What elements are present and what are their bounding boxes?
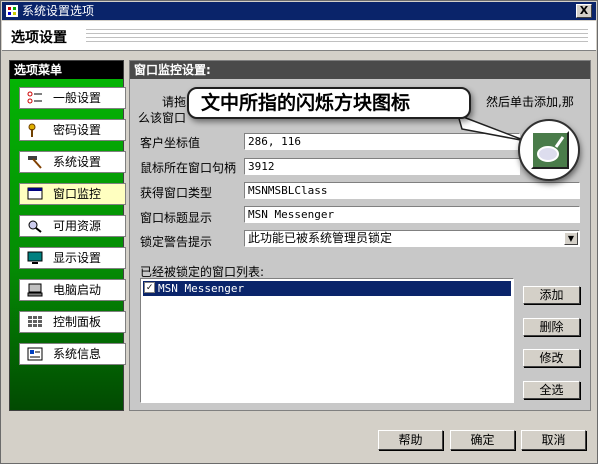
settings-window: 系统设置选项 X 选项设置 选项菜单 一般设置 密码设置 系统设置 窗口监控 可… — [0, 0, 598, 464]
app-icon — [6, 5, 18, 17]
info-icon — [27, 347, 43, 361]
menu-item-label: 控制面板 — [53, 315, 102, 329]
title-bar[interactable]: 系统设置选项 X — [2, 2, 596, 20]
menu-title: 选项菜单 — [10, 61, 123, 79]
page-title: 选项设置 — [11, 30, 67, 46]
close-button[interactable]: X — [576, 4, 592, 18]
menu-item-general[interactable]: 一般设置 — [19, 87, 126, 109]
annotation-callout: 文中所指的闪烁方块图标 — [187, 87, 471, 119]
list-icon — [27, 91, 42, 104]
locked-window-list[interactable]: ✓ MSN Messenger — [140, 278, 514, 403]
display-icon — [27, 251, 43, 264]
window-class-label: 获得窗口类型 — [140, 186, 213, 200]
menu-item-label: 电脑启动 — [53, 283, 102, 297]
lock-warning-label: 锁定警告提示 — [140, 235, 213, 249]
flashing-square-icon[interactable] — [531, 131, 569, 169]
lock-warning-value: 此功能已被系统管理员锁定 — [248, 231, 393, 245]
menu-item-label: 密码设置 — [53, 123, 102, 137]
menu-item-label: 系统设置 — [53, 155, 102, 169]
menu-item-window-monitor[interactable]: 窗口监控 — [19, 183, 126, 205]
ok-button[interactable]: 确定 — [450, 430, 515, 450]
hint-start: 请拖 — [162, 95, 187, 109]
lock-warning-select[interactable]: 此功能已被系统管理员锁定 ▼ — [244, 230, 580, 247]
menu-item-resources[interactable]: 可用资源 — [19, 215, 126, 237]
magnifier-icon — [28, 220, 42, 233]
grid-icon — [28, 316, 42, 327]
magnifier-icon — [537, 136, 565, 162]
menu-item-password[interactable]: 密码设置 — [19, 119, 126, 141]
computer-icon — [27, 283, 43, 297]
select-all-button[interactable]: 全选 — [523, 381, 580, 399]
menu-item-label: 可用资源 — [53, 219, 102, 233]
window-handle-field: 3912 — [244, 158, 520, 175]
menu-item-control-panel[interactable]: 控制面板 — [19, 311, 126, 333]
add-button[interactable]: 添加 — [523, 286, 580, 304]
list-item[interactable]: ✓ MSN Messenger — [143, 281, 511, 296]
monitor-window-icon — [27, 187, 43, 200]
list-item-text: MSN Messenger — [158, 282, 245, 295]
magnified-drag-icon — [518, 119, 580, 181]
menu-item-label: 显示设置 — [53, 251, 102, 265]
menu-item-system[interactable]: 系统设置 — [19, 151, 126, 173]
window-title: 系统设置选项 — [22, 4, 95, 18]
delete-button[interactable]: 删除 — [523, 318, 580, 336]
checkbox[interactable]: ✓ — [144, 282, 155, 293]
header-band: 选项设置 — [2, 21, 596, 51]
hammer-icon — [28, 156, 42, 169]
menu-item-label: 一般设置 — [53, 91, 102, 105]
key-icon — [28, 123, 36, 137]
menu-item-display[interactable]: 显示设置 — [19, 247, 126, 269]
menu-item-label: 窗口监控 — [53, 187, 102, 201]
help-button[interactable]: 帮助 — [378, 430, 443, 450]
options-menu: 选项菜单 一般设置 密码设置 系统设置 窗口监控 可用资源 显示设置 电脑启动 … — [9, 60, 126, 411]
hint-end: 然后单击添加,那 — [486, 95, 574, 109]
menu-item-startup[interactable]: 电脑启动 — [19, 279, 126, 301]
modify-button[interactable]: 修改 — [523, 349, 580, 367]
window-title-label: 窗口标题显示 — [140, 211, 213, 225]
client-coords-label: 客户坐标值 — [140, 136, 201, 150]
window-class-field: MSNMSBLClass — [244, 182, 580, 199]
menu-item-system-info[interactable]: 系统信息 — [19, 343, 126, 365]
window-title-field: MSN Messenger — [244, 206, 580, 223]
header-decoration — [86, 29, 588, 43]
window-handle-label: 鼠标所在窗口句柄 — [140, 161, 237, 175]
dropdown-arrow-icon[interactable]: ▼ — [564, 232, 578, 245]
panel-title: 窗口监控设置: — [130, 61, 590, 79]
menu-item-label: 系统信息 — [53, 347, 102, 361]
cancel-button[interactable]: 取消 — [521, 430, 586, 450]
